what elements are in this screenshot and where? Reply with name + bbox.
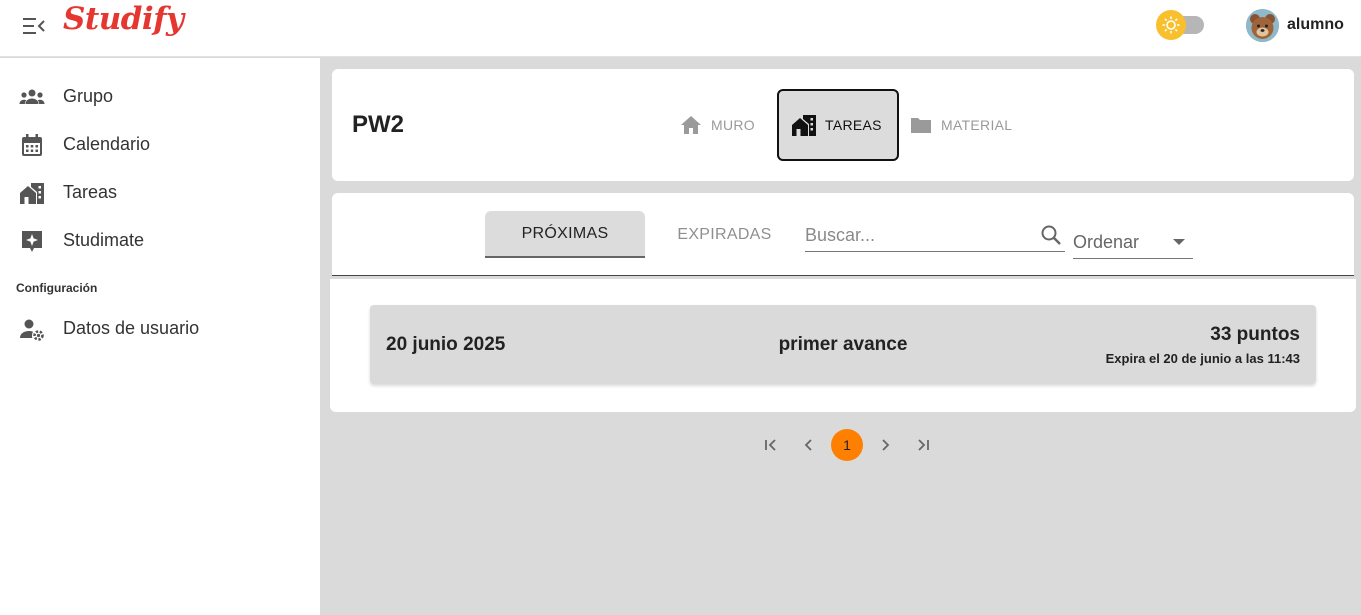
- top-bar: Studify alumno: [0, 0, 1361, 57]
- search-field: [805, 218, 1065, 252]
- pagination: 1: [752, 428, 942, 462]
- search-input[interactable]: [805, 222, 1033, 248]
- sidebar-item-label: Datos de usuario: [63, 317, 200, 338]
- sidebar-item-grupo[interactable]: Grupo: [0, 74, 320, 118]
- sidebar-item-label: Calendario: [63, 133, 151, 154]
- collapse-menu-button[interactable]: [20, 12, 48, 40]
- sidebar-item-label: Grupo: [63, 85, 114, 106]
- chevron-left-icon: [804, 439, 812, 451]
- menu-collapse-icon: [23, 18, 45, 34]
- tab-expiradas[interactable]: EXPIRADAS: [662, 211, 787, 258]
- last-page-icon: [918, 439, 929, 451]
- sidebar-item-label: Studimate: [63, 229, 145, 250]
- group-icon: [19, 84, 45, 110]
- avatar: [1246, 8, 1279, 42]
- search-icon[interactable]: [1039, 223, 1063, 247]
- sort-label: Ordenar: [1073, 232, 1140, 252]
- tasks-icon: [792, 115, 816, 136]
- course-title: PW2: [352, 111, 405, 138]
- home-icon: [681, 116, 701, 134]
- tab-proximas[interactable]: PRÓXIMAS: [485, 211, 645, 258]
- sidebar-item-label: Tareas: [63, 181, 118, 202]
- folder-icon: [911, 118, 931, 133]
- sort-select[interactable]: Ordenar: [1073, 225, 1193, 259]
- next-page-button[interactable]: [866, 428, 904, 462]
- sun-icon: [1162, 16, 1180, 34]
- first-page-button[interactable]: [752, 428, 790, 462]
- task-expiration: Expira el 20 de junio a las 11:43: [1105, 351, 1300, 366]
- tab-label: MURO: [711, 117, 755, 133]
- task-item[interactable]: primer avance 20 junio 2025 33 puntos Ex…: [370, 305, 1316, 384]
- sidebar: Grupo Calendario Tareas Studimate Config…: [0, 58, 320, 615]
- tasks-icon: [19, 180, 45, 206]
- theme-toggle[interactable]: [1156, 10, 1206, 40]
- app-logo[interactable]: Studify: [63, 1, 184, 37]
- tab-material[interactable]: MATERIAL: [909, 89, 1012, 161]
- bear-avatar-icon: [1246, 8, 1279, 42]
- course-header: PW2 MURO TAREAS MATERIAL: [332, 69, 1354, 181]
- previous-page-button[interactable]: [790, 428, 828, 462]
- tab-muro[interactable]: MURO: [679, 89, 755, 161]
- task-date: 20 junio 2025: [386, 334, 506, 355]
- sparkle-icon: [19, 228, 45, 254]
- sidebar-item-tareas[interactable]: Tareas: [0, 170, 320, 214]
- toggle-knob: [1156, 10, 1186, 40]
- task-filters: PRÓXIMAS EXPIRADAS Ordenar: [332, 193, 1354, 276]
- tab-label: MATERIAL: [941, 117, 1013, 133]
- sidebar-item-calendario[interactable]: Calendario: [0, 122, 320, 166]
- task-list: primer avance 20 junio 2025 33 puntos Ex…: [330, 279, 1356, 412]
- user-menu[interactable]: alumno: [1246, 8, 1344, 42]
- chevron-down-icon: [1173, 239, 1185, 245]
- sidebar-item-studimate[interactable]: Studimate: [0, 218, 320, 262]
- sidebar-item-datos-usuario[interactable]: Datos de usuario: [0, 306, 320, 350]
- calendar-icon: [19, 132, 45, 158]
- user-settings-icon: [19, 316, 45, 342]
- current-page-button[interactable]: 1: [831, 429, 863, 461]
- tab-tareas[interactable]: TAREAS: [777, 89, 899, 161]
- username: alumno: [1287, 16, 1344, 33]
- chevron-right-icon: [882, 439, 890, 451]
- first-page-icon: [765, 439, 776, 451]
- tab-label: TAREAS: [825, 117, 882, 133]
- settings-section-title: Configuración: [16, 281, 98, 295]
- task-points: 33 puntos: [1210, 324, 1300, 345]
- last-page-button[interactable]: [904, 428, 942, 462]
